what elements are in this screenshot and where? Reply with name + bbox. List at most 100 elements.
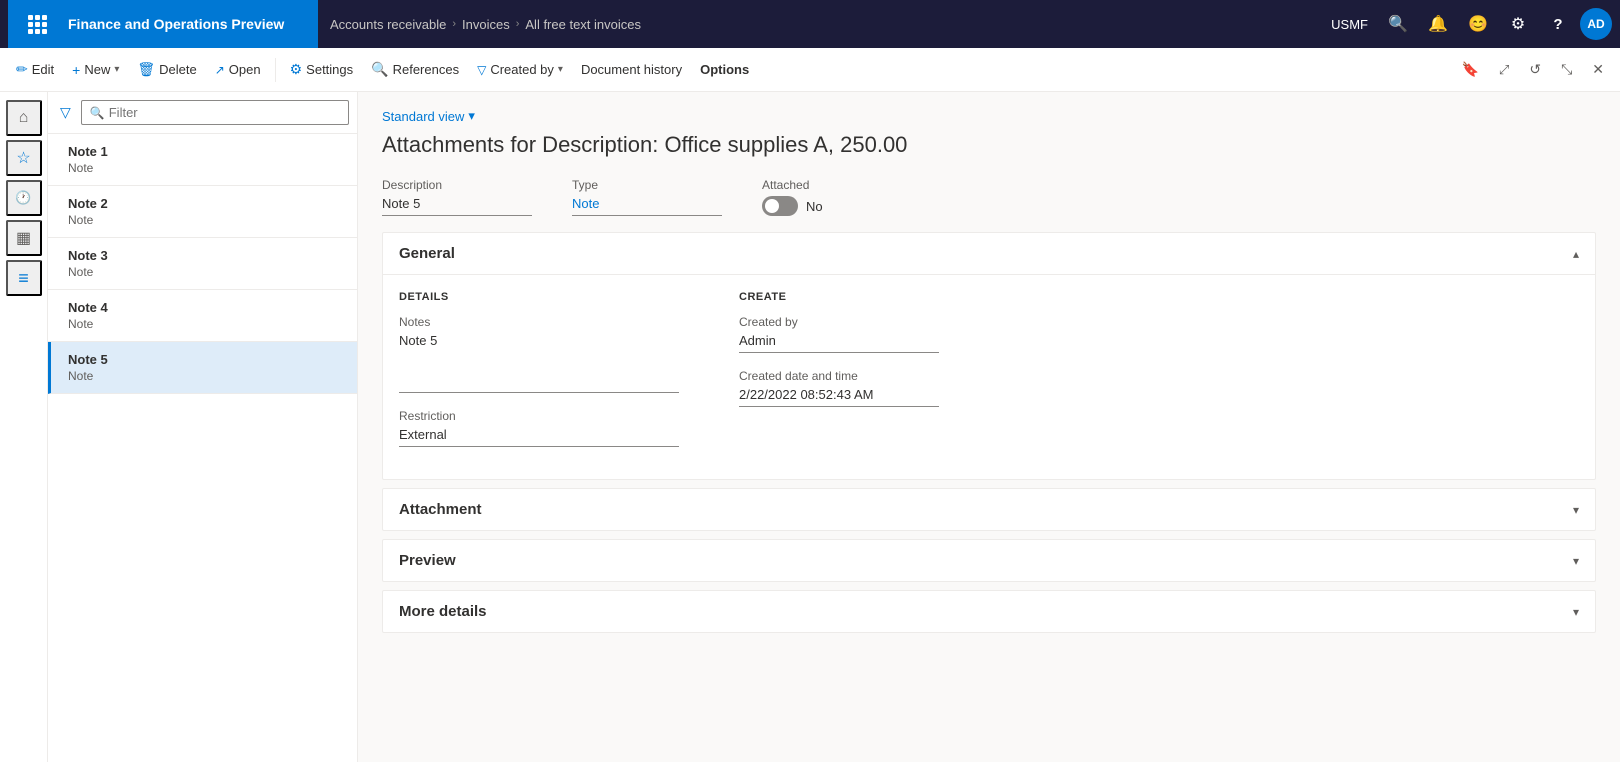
avatar-button[interactable]: AD bbox=[1580, 8, 1612, 40]
delete-label: Delete bbox=[159, 62, 197, 77]
sidebar-home-button[interactable]: ⌂ bbox=[6, 100, 42, 136]
restriction-label: Restriction bbox=[399, 409, 679, 423]
type-label: Type bbox=[572, 178, 722, 192]
notes-value[interactable]: Note 5 bbox=[399, 333, 679, 393]
open-button[interactable]: ↗ Open bbox=[207, 56, 269, 83]
new-label: New bbox=[84, 62, 110, 77]
description-value[interactable]: Note 5 bbox=[382, 196, 532, 216]
bookmark-button[interactable]: 🔖 bbox=[1453, 55, 1486, 84]
top-nav-right: USMF 🔍 🔔 😊 ⚙ ? AD bbox=[1323, 6, 1612, 42]
list-item-note4-title: Note 4 bbox=[68, 300, 341, 315]
list-item-note1-sub: Note bbox=[68, 161, 341, 175]
list-item-note5-title: Note 5 bbox=[68, 352, 341, 367]
list-item-note3[interactable]: Note 3 Note bbox=[48, 238, 357, 290]
created-by-value[interactable]: Admin bbox=[739, 333, 939, 353]
edit-button[interactable]: ✏ Edit bbox=[8, 55, 62, 84]
toolbar-right: 🔖 ⤢ ↺ ⤡ ✕ bbox=[1453, 55, 1612, 84]
general-section-header[interactable]: General ▴ bbox=[383, 233, 1595, 275]
breadcrumb-invoices[interactable]: Invoices bbox=[462, 17, 510, 32]
breadcrumb-accounts-receivable[interactable]: Accounts receivable bbox=[330, 17, 446, 32]
created-by-button[interactable]: ▽ Created by ▾ bbox=[469, 56, 571, 83]
sidebar-list-button[interactable]: ≡ bbox=[6, 260, 42, 296]
references-icon: 🔍 bbox=[371, 61, 388, 78]
references-button[interactable]: 🔍 References bbox=[363, 55, 467, 84]
edit-label: Edit bbox=[32, 62, 54, 77]
list-item-note5[interactable]: Note 5 Note bbox=[48, 342, 357, 394]
create-col: CREATE Created by Admin Created date and… bbox=[739, 291, 939, 463]
filter-input-wrap: 🔍 bbox=[81, 100, 349, 125]
create-heading: CREATE bbox=[739, 291, 939, 303]
breadcrumb: Accounts receivable › Invoices › All fre… bbox=[318, 17, 1323, 32]
type-value[interactable]: Note bbox=[572, 196, 722, 216]
sidebar-recent-button[interactable]: 🕐 bbox=[6, 180, 42, 216]
waffle-icon bbox=[28, 15, 47, 34]
open-icon: ↗ bbox=[215, 63, 225, 77]
preview-section: Preview ▾ bbox=[382, 539, 1596, 582]
list-filter-button[interactable]: ▽ bbox=[56, 100, 75, 125]
created-date-label: Created date and time bbox=[739, 369, 939, 383]
attached-toggle[interactable] bbox=[762, 196, 798, 216]
options-button[interactable]: Options bbox=[692, 56, 757, 83]
search-nav-button[interactable]: 🔍 bbox=[1380, 6, 1416, 42]
sidebar-grid-button[interactable]: ▦ bbox=[6, 220, 42, 256]
filter-search-icon: 🔍 bbox=[90, 106, 105, 120]
sidebar-star-button[interactable]: ☆ bbox=[6, 140, 42, 176]
smiley-button[interactable]: 😊 bbox=[1460, 6, 1496, 42]
refresh-button[interactable]: ↺ bbox=[1521, 55, 1549, 84]
waffle-button[interactable] bbox=[24, 6, 60, 42]
settings-button[interactable]: ⚙ Settings bbox=[282, 55, 362, 84]
attachment-section: Attachment ▾ bbox=[382, 488, 1596, 531]
list-item-note3-sub: Note bbox=[68, 265, 341, 279]
attached-toggle-wrap: No bbox=[762, 196, 823, 216]
top-nav: Finance and Operations Preview Accounts … bbox=[0, 0, 1620, 48]
settings-nav-button[interactable]: ⚙ bbox=[1500, 6, 1536, 42]
list-item-note2[interactable]: Note 2 Note bbox=[48, 186, 357, 238]
delete-button[interactable]: 🗑 Delete bbox=[129, 55, 204, 84]
filter-input[interactable] bbox=[109, 105, 340, 120]
breadcrumb-all-free-text-invoices[interactable]: All free text invoices bbox=[525, 17, 641, 32]
list-item-note2-title: Note 2 bbox=[68, 196, 341, 211]
list-panel: ▽ 🔍 Note 1 Note Note 2 Note Note 3 Note … bbox=[48, 92, 358, 762]
document-history-label: Document history bbox=[581, 62, 682, 77]
list-item-note1[interactable]: Note 1 Note bbox=[48, 134, 357, 186]
more-details-section-title: More details bbox=[399, 603, 487, 620]
new-button[interactable]: + New ▾ bbox=[64, 56, 127, 84]
document-history-button[interactable]: Document history bbox=[573, 56, 690, 83]
top-fields-row: Description Note 5 Type Note Attached No bbox=[382, 178, 1596, 216]
list-item-note4[interactable]: Note 4 Note bbox=[48, 290, 357, 342]
toolbar: ✏ Edit + New ▾ 🗑 Delete ↗ Open ⚙ Setting… bbox=[0, 48, 1620, 92]
restriction-value[interactable]: External bbox=[399, 427, 679, 447]
options-label: Options bbox=[700, 62, 749, 77]
general-section-chevron: ▴ bbox=[1573, 247, 1579, 261]
attached-label: Attached bbox=[762, 178, 823, 192]
breadcrumb-sep-1: › bbox=[452, 18, 456, 30]
usmf-label: USMF bbox=[1323, 17, 1376, 32]
close-button[interactable]: ✕ bbox=[1584, 55, 1612, 84]
list-item-note5-sub: Note bbox=[68, 369, 341, 383]
attached-value: No bbox=[806, 199, 823, 214]
details-col: DETAILS Notes Note 5 Restriction Externa… bbox=[399, 291, 679, 463]
share-button[interactable]: ⤢ bbox=[1491, 56, 1517, 84]
plus-icon: + bbox=[72, 62, 80, 78]
more-details-section-chevron: ▾ bbox=[1573, 605, 1579, 619]
standard-view-bar[interactable]: Standard view ▾ bbox=[382, 108, 1596, 124]
created-by-arrow: ▾ bbox=[558, 64, 563, 75]
more-details-section-header[interactable]: More details ▾ bbox=[383, 591, 1595, 632]
created-date-value[interactable]: 2/22/2022 08:52:43 AM bbox=[739, 387, 939, 407]
created-date-field: Created date and time 2/22/2022 08:52:43… bbox=[739, 369, 939, 407]
details-create-row: DETAILS Notes Note 5 Restriction Externa… bbox=[399, 291, 1579, 463]
general-section-title: General bbox=[399, 245, 455, 262]
filter-icon: ▽ bbox=[477, 63, 486, 77]
references-label: References bbox=[393, 62, 459, 77]
bell-button[interactable]: 🔔 bbox=[1420, 6, 1456, 42]
preview-section-header[interactable]: Preview ▾ bbox=[383, 540, 1595, 581]
attached-field: Attached No bbox=[762, 178, 823, 216]
preview-section-title: Preview bbox=[399, 552, 456, 569]
attachment-section-header[interactable]: Attachment ▾ bbox=[383, 489, 1595, 530]
list-item-note4-sub: Note bbox=[68, 317, 341, 331]
help-button[interactable]: ? bbox=[1540, 6, 1576, 42]
general-section: General ▴ DETAILS Notes Note 5 Restricti… bbox=[382, 232, 1596, 480]
description-field: Description Note 5 bbox=[382, 178, 532, 216]
edit-icon: ✏ bbox=[16, 61, 28, 78]
fullscreen-button[interactable]: ⤡ bbox=[1553, 55, 1580, 84]
